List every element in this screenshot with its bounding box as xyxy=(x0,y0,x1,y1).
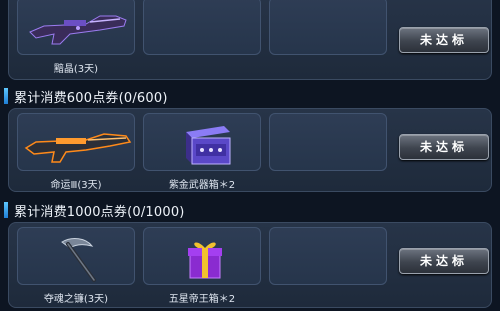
weapon-crate-icon xyxy=(186,126,231,165)
reward-slot-1[interactable] xyxy=(17,113,135,171)
reward-slot-3[interactable] xyxy=(269,0,387,55)
reward-panel: 命运Ⅲ(3天) 紫金武器箱＊2 未达标 xyxy=(8,108,492,192)
reward-slot-1[interactable] xyxy=(17,0,135,55)
reward-panel: 夺魂之镰(3天) 五星帝王箱＊2 未达标 xyxy=(8,222,492,308)
tier-title: 累计消费1000点券(0/1000) xyxy=(14,204,185,220)
reward-slot-3[interactable] xyxy=(269,113,387,171)
reward-slot-3[interactable] xyxy=(269,227,387,285)
claim-button[interactable]: 未达标 xyxy=(399,248,489,274)
tier-title: 累计消费600点券(0/600) xyxy=(14,90,168,106)
claim-button[interactable]: 未达标 xyxy=(399,27,489,53)
reward-label: 命运Ⅲ(3天) xyxy=(50,180,102,191)
reward-panel: 黯晶(3天) 未达标 xyxy=(8,0,492,80)
reward-label: 黯晶(3天) xyxy=(53,64,99,75)
reward-slot-2[interactable] xyxy=(143,113,261,171)
gift-box-icon xyxy=(188,242,222,279)
reward-slot-1[interactable] xyxy=(17,227,135,285)
orange-rifle-icon xyxy=(24,133,132,163)
header-accent-bar xyxy=(4,202,8,218)
claim-button[interactable]: 未达标 xyxy=(399,134,489,160)
reward-label: 夺魂之镰(3天) xyxy=(43,294,109,305)
tier-header: 累计消费600点券(0/600) xyxy=(4,86,168,106)
header-accent-bar xyxy=(4,88,8,104)
reward-slot-2[interactable] xyxy=(143,227,261,285)
reward-label: 五星帝王箱＊2 xyxy=(168,294,236,305)
purple-rifle-icon xyxy=(29,15,127,45)
scythe-icon xyxy=(61,238,96,282)
reward-label: 紫金武器箱＊2 xyxy=(168,180,236,191)
reward-slot-2[interactable] xyxy=(143,0,261,55)
tier-header: 累计消费1000点券(0/1000) xyxy=(4,200,185,220)
